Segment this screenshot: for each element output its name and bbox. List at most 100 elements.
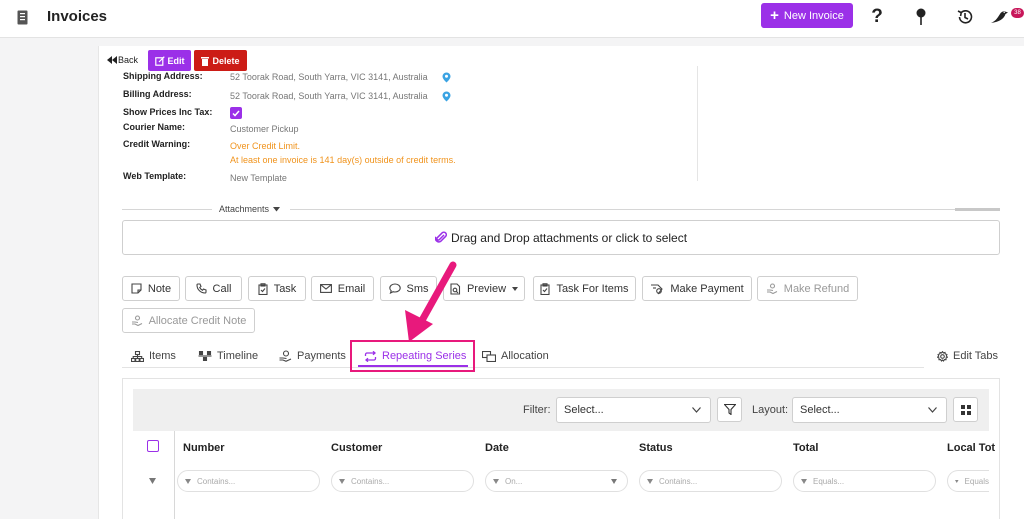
column-filter-status[interactable]: Contains... [639, 470, 782, 492]
layout-select-value: Select... [800, 404, 840, 416]
make-refund-label: Make Refund [783, 282, 850, 295]
divider [290, 209, 1000, 210]
trash-icon [201, 56, 210, 66]
double-left-arrow-icon [107, 56, 117, 64]
new-invoice-button[interactable]: + New Invoice [761, 3, 853, 28]
payment-icon [651, 283, 664, 294]
make-refund-button[interactable]: Make Refund [757, 276, 858, 301]
filter-select-value: Select... [564, 404, 604, 416]
document-icon [17, 10, 28, 25]
location-icon[interactable] [442, 72, 451, 83]
tab-allocation[interactable]: Allocation [482, 349, 549, 363]
chevron-down-icon [928, 407, 937, 413]
tab-allocation-label: Allocation [501, 350, 549, 362]
column-header-date[interactable]: Date [485, 442, 509, 454]
drop-zone-text: Drag and Drop attachments or click to se… [450, 230, 688, 245]
new-invoice-label: New Invoice [783, 9, 844, 22]
attachments-toggle[interactable]: Attachments [219, 204, 281, 214]
column-filter-local-total[interactable]: Equals [947, 470, 989, 492]
show-prices-checkbox[interactable] [230, 107, 242, 119]
column-filter-customer[interactable]: Contains... [331, 470, 474, 492]
edit-button[interactable]: Edit [148, 50, 191, 71]
attachment-drop-zone[interactable]: Drag and Drop attachments or click to se… [122, 220, 1000, 255]
help-icon[interactable]: ? [867, 6, 887, 27]
chevron-down-icon [692, 407, 701, 413]
column-header-total[interactable]: Total [793, 442, 818, 454]
divider [122, 209, 212, 210]
tab-timeline[interactable]: Timeline [198, 349, 258, 363]
layout-label: Layout: [752, 404, 789, 416]
filter-label: Filter: [523, 404, 551, 416]
shipping-address-label: Shipping Address: [123, 71, 203, 81]
column-header-status[interactable]: Status [639, 442, 673, 454]
delete-button[interactable]: Delete [194, 50, 247, 71]
tab-timeline-label: Timeline [217, 350, 259, 362]
filter-icon [955, 479, 959, 483]
courier-name-label: Courier Name: [123, 122, 186, 132]
column-filter-number-placeholder: Contains... [197, 476, 236, 486]
resize-handle[interactable] [955, 208, 1000, 211]
tab-items[interactable]: Items [131, 349, 176, 363]
bird-icon[interactable] [990, 7, 1010, 27]
column-filter-total[interactable]: Equals... [793, 470, 936, 492]
column-header-local-total[interactable]: Local Tot [947, 442, 995, 454]
history-icon[interactable] [955, 7, 975, 27]
grid-layout-icon [960, 404, 971, 415]
filter-select[interactable]: Select... [556, 397, 711, 423]
web-template-value: New Template [230, 173, 287, 183]
back-button[interactable]: Back [107, 55, 138, 65]
page-title: Invoices [47, 8, 108, 25]
task-for-items-button[interactable]: Task For Items [533, 276, 636, 301]
delete-label: Delete [212, 55, 240, 66]
funnel-icon [723, 404, 736, 415]
note-button[interactable]: Note [122, 276, 180, 301]
select-all-checkbox[interactable] [147, 440, 159, 452]
column-header-number[interactable]: Number [183, 442, 225, 454]
task-label: Task [273, 282, 297, 295]
filter-icon[interactable] [149, 478, 156, 484]
email-label: Email [337, 282, 366, 295]
column-separator [174, 431, 175, 519]
tab-payments[interactable]: Payments [279, 349, 346, 363]
layout-grid-button[interactable] [953, 397, 978, 422]
show-prices-label: Show Prices Inc Tax: [123, 107, 213, 117]
paperclip-icon [434, 231, 447, 243]
edit-tabs-button[interactable]: Edit Tabs [937, 350, 998, 362]
task-for-items-label: Task For Items [556, 282, 629, 295]
hierarchy-icon [131, 350, 144, 362]
column-filter-date[interactable]: On... [485, 470, 628, 492]
filter-button[interactable] [717, 397, 742, 422]
map-pin-icon[interactable] [911, 7, 931, 27]
clipboard-icon [258, 282, 268, 295]
top-bar: Invoices + New Invoice ? 38 [0, 0, 1024, 38]
email-button[interactable]: Email [311, 276, 374, 301]
tabs-divider [122, 367, 924, 368]
task-button[interactable]: Task [248, 276, 306, 301]
caret-down-icon [611, 479, 617, 484]
column-filter-number[interactable]: Contains... [177, 470, 320, 492]
make-payment-button[interactable]: Make Payment [642, 276, 752, 301]
filter-icon [647, 478, 653, 484]
caret-down-icon [273, 206, 281, 211]
refund-hand-icon [766, 282, 778, 294]
allocate-credit-note-button[interactable]: Allocate Credit Note [122, 308, 255, 333]
attachments-label: Attachments [219, 204, 270, 214]
billing-address-value: 52 Toorak Road, South Yarra, VIC 3141, A… [230, 91, 428, 101]
location-icon[interactable] [442, 91, 451, 102]
courier-name-value: Customer Pickup [230, 124, 299, 134]
column-header-customer[interactable]: Customer [331, 442, 382, 454]
credit-warning-line2: At least one invoice is 141 day(s) outsi… [230, 155, 456, 165]
column-filter-customer-placeholder: Contains... [351, 476, 390, 486]
call-label: Call [212, 282, 232, 295]
tab-items-label: Items [149, 350, 176, 362]
allocate-credit-note-label: Allocate Credit Note [148, 314, 247, 327]
filter-icon [493, 478, 499, 484]
layout-select[interactable]: Select... [792, 397, 947, 423]
call-button[interactable]: Call [185, 276, 242, 301]
clipboard-icon [540, 282, 550, 295]
back-label: Back [118, 55, 139, 65]
column-filter-total-placeholder: Equals... [813, 476, 845, 486]
note-icon [131, 283, 142, 294]
edit-icon [154, 55, 165, 66]
timeline-icon [198, 351, 212, 361]
